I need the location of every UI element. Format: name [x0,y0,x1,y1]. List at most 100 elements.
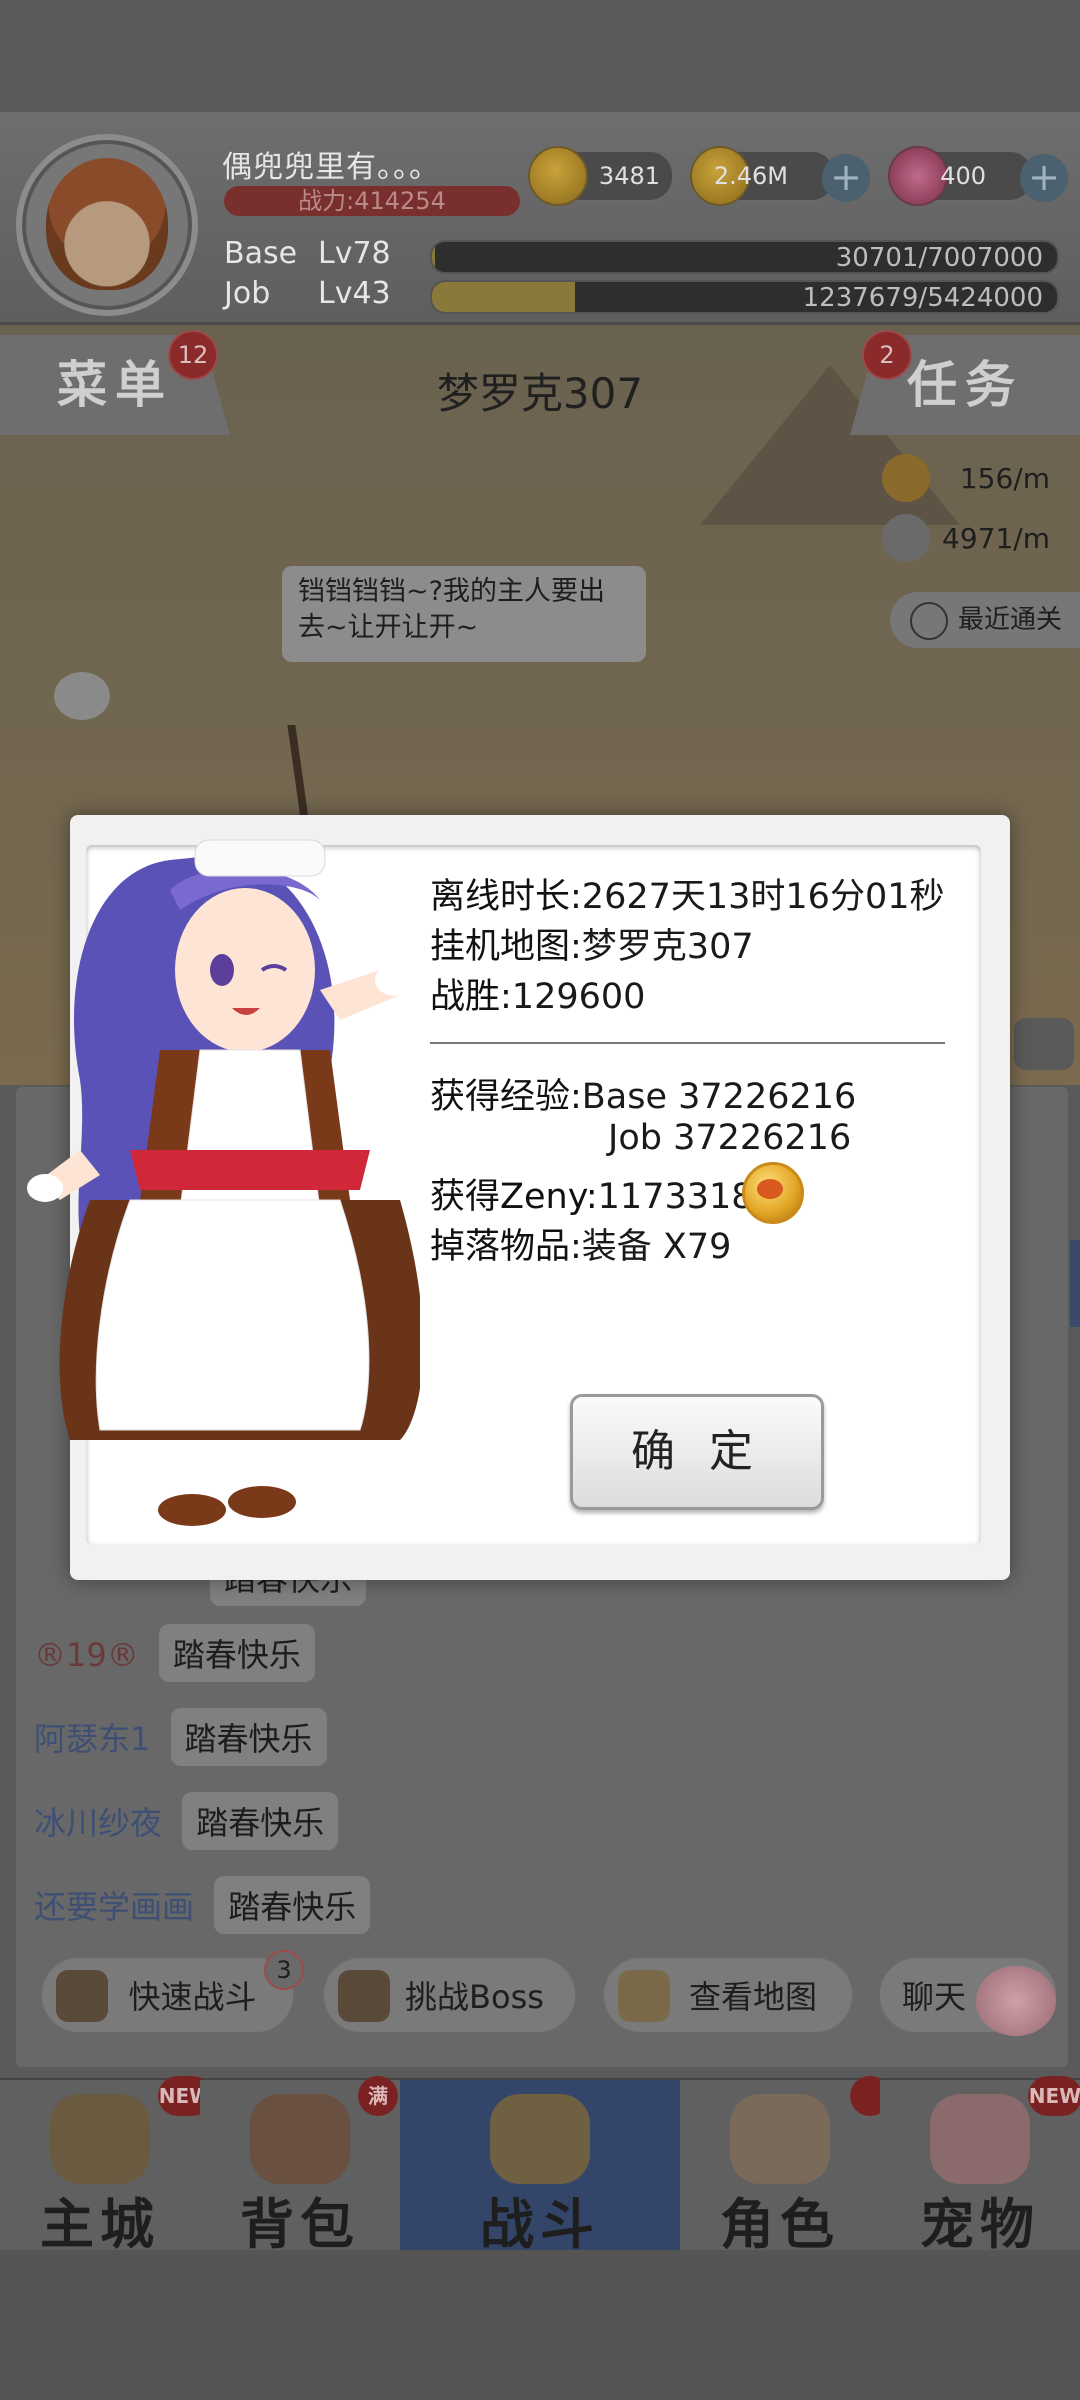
idle-map-label: 挂机地图: [430,927,582,967]
chat-line: ®19® 踏春快乐 [34,1624,315,1682]
chat-bubble-icon[interactable] [54,672,110,720]
exp-row: 获得经验:Base 37226216 [430,1068,856,1119]
wins-label: 战胜: [430,977,512,1017]
chat-username[interactable]: 冰川纱夜 [34,1804,162,1842]
poring-pet-icon[interactable] [976,1966,1056,2036]
exp-rate: 4971/m [942,522,1050,555]
nav-pet[interactable]: 宠物 NEW [880,2076,1080,2256]
chat-username[interactable]: ®19® [34,1636,139,1674]
play-icon [910,602,948,640]
zeny-currency: 3481 [528,146,674,206]
add-gem-button[interactable]: + [1020,154,1068,202]
chat-username[interactable]: 阿瑟东1 [34,1720,150,1758]
character-icon [730,2094,830,2184]
zeny-value: 1173318 [597,1177,754,1217]
job-exp-bar: 1237679/5424000 [430,280,1059,314]
chat-message: 踏春快乐 [170,1708,327,1766]
add-poring-button[interactable]: + [822,154,870,202]
drop-value: 装备 X79 [581,1227,732,1267]
castle-icon [50,2094,150,2184]
new-badge: NEW [1028,2076,1080,2116]
zeny-row: 获得Zeny:1173318 [430,1168,754,1219]
base-label: Base [224,236,298,271]
nav-label: 战斗 [480,2193,600,2256]
offline-duration-row: 离线时长:2627天13时16分01秒 [430,868,944,919]
boss-icon [338,1970,390,2022]
speech-bubble: 铛铛铛铛~?我的主人要出去~让开让开~ [282,566,646,662]
zeny-coin-icon [742,1162,804,1224]
maid-character-illustration [27,839,420,1526]
view-map-label: 查看地图 [688,1978,817,2016]
chat-message: 踏春快乐 [182,1792,339,1850]
camera-icon[interactable] [1014,1018,1074,1070]
gem-icon [888,146,948,206]
offline-duration-label: 离线时长: [430,877,582,917]
chat-message: 踏春快乐 [214,1876,371,1934]
player-header: 偶兜兜里有。。。 战力:414254 3481 2.46M + 400 + Ba… [0,112,1080,325]
offline-duration-value: 2627天13时16分01秒 [581,877,945,917]
quick-battle-icon [56,1970,108,2022]
system-bar [0,2250,1080,2400]
confirm-button[interactable]: 确 定 [570,1394,824,1510]
full-badge: 满 [358,2076,398,2116]
exp-label: 获得经验: [430,1077,582,1117]
combat-power: 战力:414254 [224,186,520,216]
drop-label: 掉落物品: [430,1227,582,1267]
base-level: Lv78 [318,236,391,271]
player-avatar[interactable] [16,134,198,316]
poring-amount: 2.46M [713,162,788,190]
battle-wings-icon [490,2094,590,2184]
nav-label: 宠物 [920,2193,1040,2256]
chat-line: 冰川纱夜 踏春快乐 [34,1792,339,1850]
idle-map-row: 挂机地图:梦罗克307 [430,918,754,969]
job-label: Job [224,276,271,311]
zeny-amount: 3481 [598,162,660,190]
zeny-rate: 156/m [959,462,1050,495]
exp-job-value: Job 37226216 [608,1118,852,1158]
base-exp-text: 30701/7007000 [835,243,1043,273]
job-level: Lv43 [318,276,391,311]
gem-amount: 400 [940,162,986,190]
nav-label: 主城 [40,2193,160,2256]
recent-clear-label: 最近通关 [957,605,1062,635]
nav-bag[interactable]: 背包 满 [200,2076,402,2256]
zeny-rate-icon [882,454,930,502]
nav-main-city[interactable]: 主城 NEW [0,2076,212,2256]
job-exp-text: 1237679/5424000 [802,283,1043,313]
challenge-boss-button[interactable]: 挑战Boss [322,1956,577,2034]
quick-battle-label: 快速战斗 [128,1978,257,2016]
challenge-boss-label: 挑战Boss [405,1978,544,2016]
base-exp-fill [432,242,435,272]
view-map-button[interactable]: 查看地图 [602,1956,854,2034]
wins-row: 战胜:129600 [430,968,645,1019]
avatar-portrait [46,158,168,290]
bottom-nav: 主城 NEW 背包 满 战斗 角色 宠物 NEW [0,2076,1080,2256]
pet-icon [930,2094,1030,2184]
nav-label: 背包 [240,2193,360,2256]
wins-value: 129600 [511,977,646,1017]
chat-line: 还要学画画 踏春快乐 [34,1876,371,1934]
backpack-icon [250,2094,350,2184]
poring-currency: 2.46M [690,146,836,206]
nav-character[interactable]: 角色 [680,2076,890,2256]
nav-battle[interactable]: 战斗 [400,2080,682,2256]
idle-map-value: 梦罗克307 [581,927,754,967]
exp-base-value: Base 37226216 [581,1077,857,1117]
gem-currency: 400 [888,146,1034,206]
chat-username[interactable]: 还要学画画 [34,1888,194,1926]
dialog-divider [430,1042,945,1044]
chat-label: 聊天 [902,1978,967,2016]
quick-battle-badge: 3 [264,1950,304,1990]
base-exp-bar: 30701/7007000 [430,240,1059,274]
chat-line: 阿瑟东1 踏春快乐 [34,1708,327,1766]
job-exp-fill [432,282,575,312]
map-name: 梦罗克307 [436,369,644,418]
zeny-label: 获得Zeny: [430,1177,598,1217]
quick-battle-button[interactable]: 快速战斗 [40,1956,295,2034]
drop-row: 掉落物品:装备 X79 [430,1218,731,1269]
map-scroll-icon [618,1970,670,2022]
nav-label: 角色 [720,2193,840,2256]
exp-rate-icon [882,514,930,562]
recent-clear-button[interactable]: 最近通关 [890,592,1080,648]
player-name: 偶兜兜里有。。。 [222,150,440,185]
